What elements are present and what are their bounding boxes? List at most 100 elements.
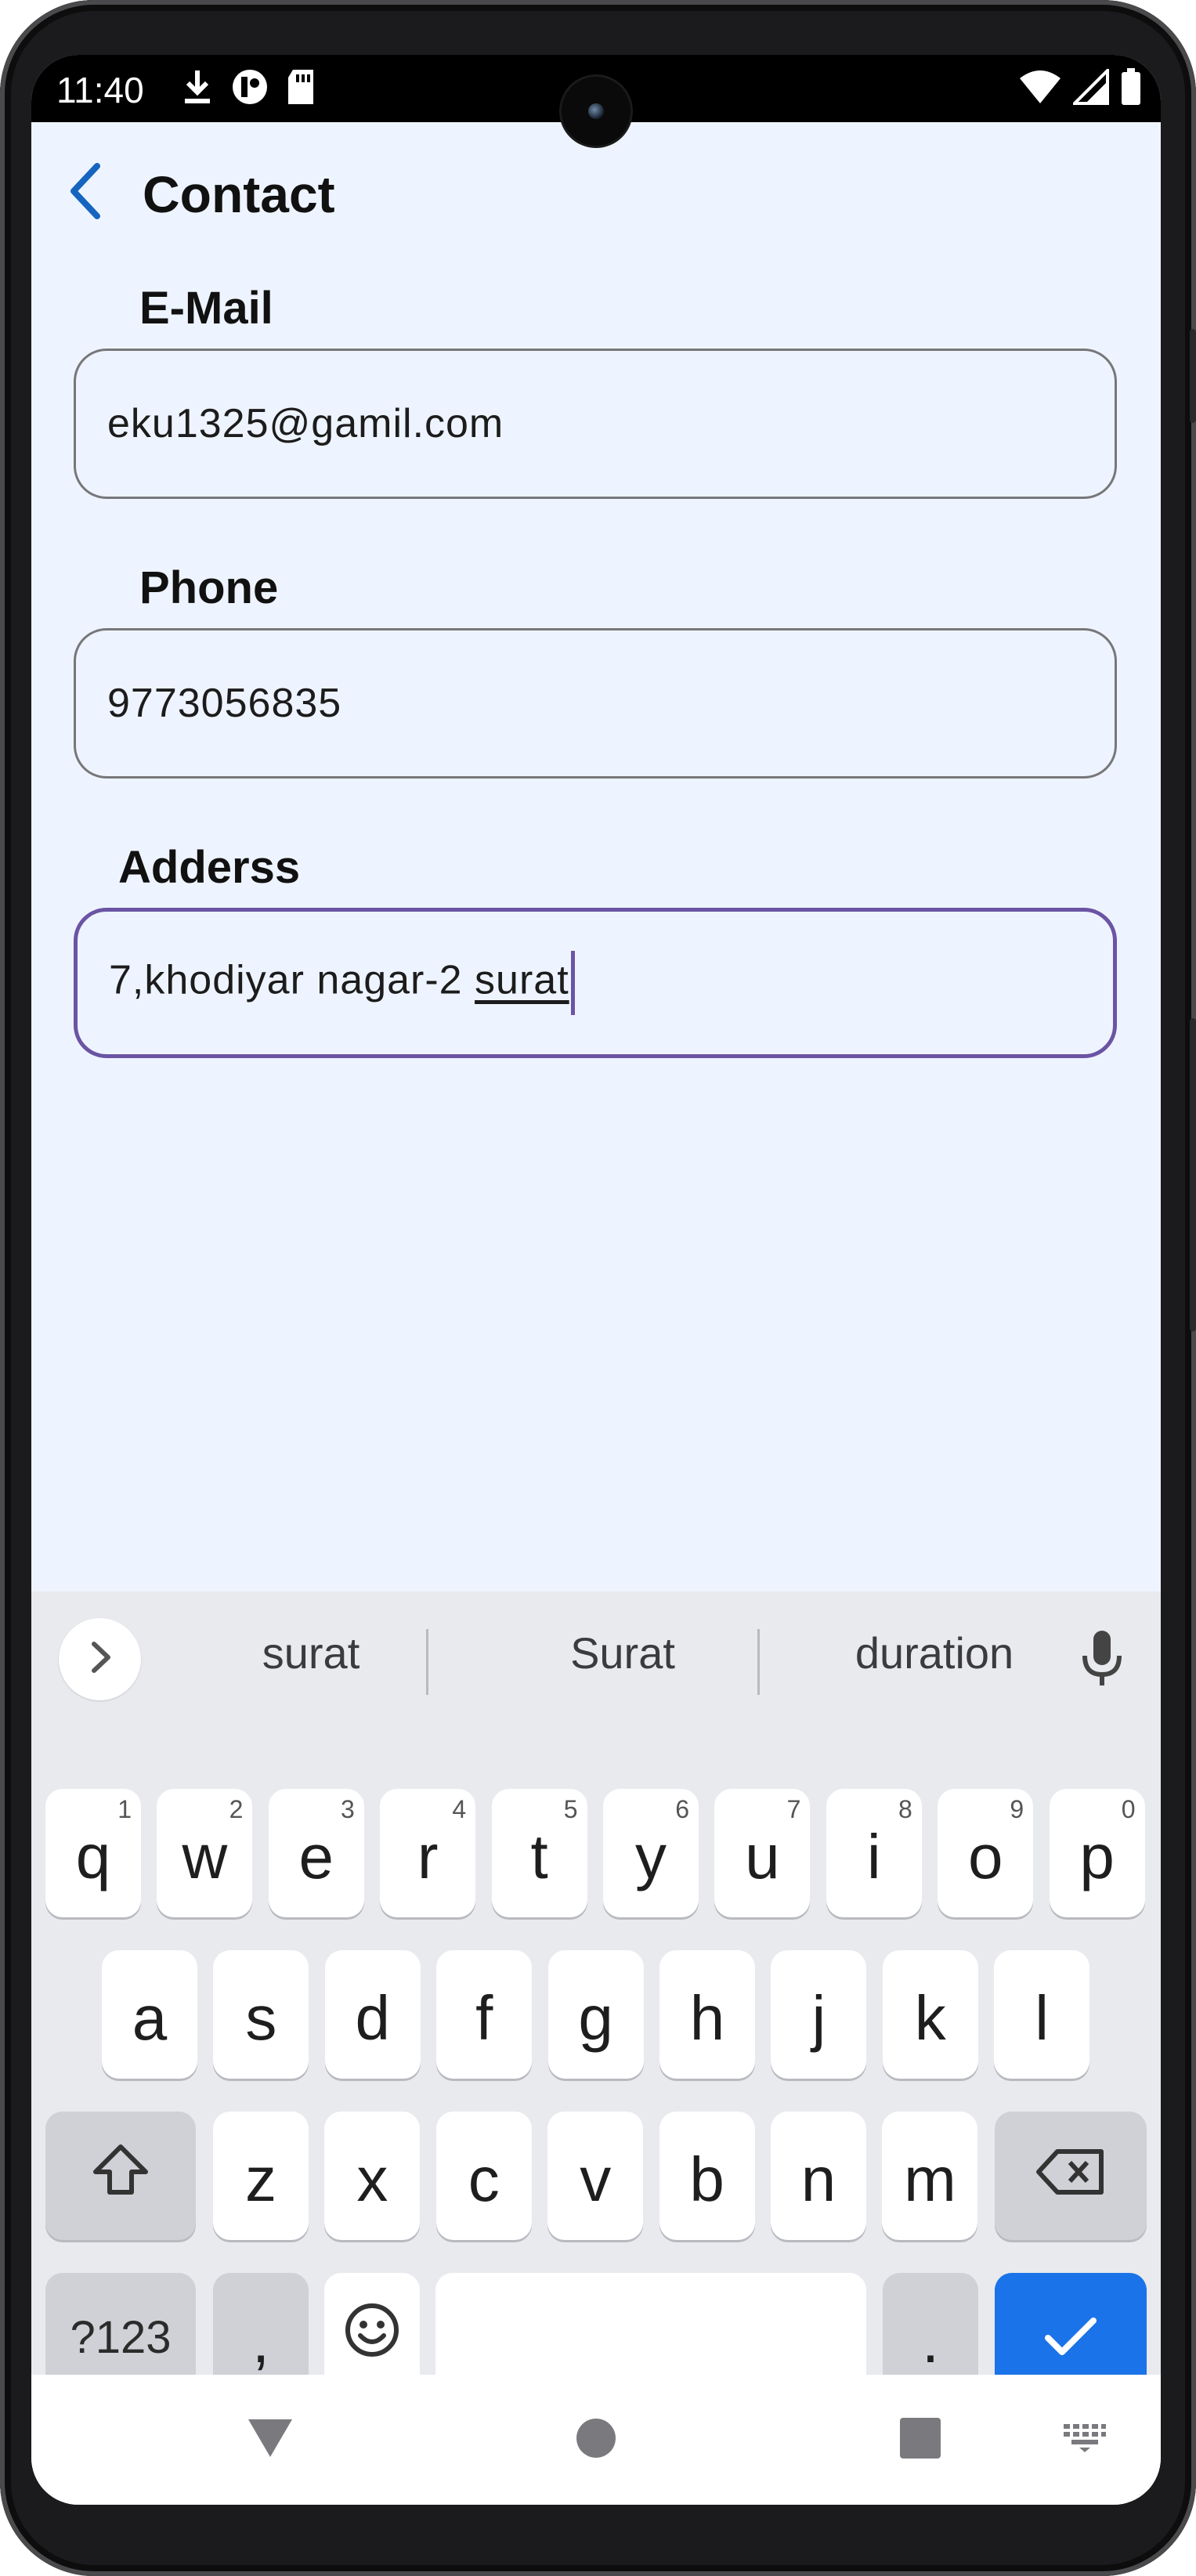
- key-label: e: [298, 1822, 334, 1891]
- key-label: t: [530, 1822, 548, 1891]
- back-triangle-icon: [247, 2418, 294, 2462]
- suggestion-3[interactable]: duration: [786, 1628, 1083, 1678]
- suggestion-2[interactable]: Surat: [474, 1628, 771, 1678]
- email-value: eku1325@gamil.com: [107, 401, 504, 446]
- shift-arrow-icon: [89, 2140, 152, 2212]
- key-label: f: [475, 1983, 493, 2053]
- key-number-hint: 7: [786, 1795, 801, 1823]
- key-z[interactable]: z: [213, 2112, 309, 2240]
- key-t[interactable]: t5: [491, 1789, 587, 1917]
- key-number-hint: 1: [117, 1795, 132, 1823]
- key-number-hint: 3: [341, 1795, 355, 1823]
- key-w[interactable]: w2: [157, 1789, 253, 1917]
- suggestion-divider: [757, 1629, 760, 1695]
- key-e[interactable]: e3: [268, 1789, 364, 1917]
- backspace-key[interactable]: [995, 2112, 1147, 2240]
- key-f[interactable]: f: [436, 1950, 533, 2079]
- key-c[interactable]: c: [435, 2112, 532, 2240]
- key-s[interactable]: s: [213, 1950, 309, 2079]
- navigation-bar: [31, 2375, 1161, 2505]
- sd-card-icon: [285, 68, 316, 110]
- key-label: l: [1035, 1983, 1050, 2053]
- key-r[interactable]: r4: [380, 1789, 476, 1917]
- key-label: h: [689, 1983, 725, 2053]
- key-label: r: [417, 1822, 439, 1891]
- nav-home-button[interactable]: [561, 2404, 631, 2475]
- key-label: o: [967, 1822, 1003, 1891]
- keyboard-switch-button[interactable]: [1050, 2404, 1120, 2475]
- key-number-hint: 8: [898, 1795, 912, 1823]
- phone-field[interactable]: 9773056835: [74, 628, 1117, 779]
- key-label: j: [811, 1983, 826, 2053]
- back-button[interactable]: [47, 154, 125, 232]
- key-label: y: [635, 1822, 667, 1891]
- key-number-hint: 6: [675, 1795, 689, 1823]
- key-p[interactable]: p0: [1049, 1789, 1145, 1917]
- battery-icon: [1120, 67, 1142, 110]
- email-field[interactable]: eku1325@gamil.com: [74, 349, 1117, 499]
- shift-key[interactable]: [45, 2112, 196, 2240]
- nav-back-button[interactable]: [235, 2404, 305, 2475]
- address-field[interactable]: 7,khodiyar nagar-2 surat: [74, 908, 1117, 1058]
- address-composing-text: surat: [475, 957, 569, 1003]
- suggestion-1[interactable]: surat: [162, 1628, 460, 1678]
- key-k[interactable]: k: [882, 1950, 978, 2079]
- key-n[interactable]: n: [771, 2112, 866, 2240]
- key-label: n: [800, 2144, 836, 2214]
- key-label: z: [245, 2144, 276, 2214]
- key-m[interactable]: m: [882, 2112, 978, 2240]
- recents-square-icon: [900, 2417, 941, 2462]
- key-l[interactable]: l: [994, 1950, 1090, 2079]
- key-number-hint: 5: [563, 1795, 578, 1823]
- key-d[interactable]: d: [324, 1950, 421, 2079]
- address-value: 7,khodiyar nagar-2 surat: [109, 951, 575, 1015]
- period-label: .: [921, 2306, 940, 2375]
- key-label: c: [468, 2144, 500, 2214]
- address-value-prefix: 7,khodiyar nagar-2: [109, 957, 475, 1003]
- key-o[interactable]: o9: [938, 1789, 1034, 1917]
- front-camera: [562, 77, 631, 146]
- voice-input-button[interactable]: [1067, 1621, 1137, 1700]
- nav-recents-button[interactable]: [885, 2404, 956, 2475]
- key-label: q: [75, 1822, 111, 1891]
- email-label: E-Mail: [139, 283, 273, 334]
- status-icons-right: [1018, 66, 1142, 110]
- key-y[interactable]: y6: [603, 1789, 699, 1917]
- screen: 11:40 Contact E-Mail eku1325@gamil.com P…: [31, 55, 1161, 2505]
- key-label: g: [578, 1983, 613, 2053]
- key-a[interactable]: a: [102, 1950, 197, 2079]
- key-number-hint: 9: [1010, 1795, 1024, 1823]
- volume-button: [1190, 329, 1196, 423]
- key-q[interactable]: q1: [45, 1789, 141, 1917]
- expand-toolbar-button[interactable]: [59, 1618, 141, 1700]
- soft-keyboard: surat Surat duration ?123 , . q 1 w 2 e …: [31, 1591, 1161, 2401]
- phone-frame: 11:40 Contact E-Mail eku1325@gamil.com P…: [0, 0, 1196, 2576]
- key-i[interactable]: i8: [826, 1789, 922, 1917]
- key-v[interactable]: v: [547, 2112, 644, 2240]
- key-label: b: [689, 2144, 724, 2214]
- key-label: i: [866, 1822, 881, 1891]
- key-label: a: [132, 1983, 168, 2053]
- page-title: Contact: [143, 165, 335, 223]
- phone-label: Phone: [139, 562, 279, 613]
- text-cursor: [570, 951, 575, 1015]
- keyboard-switch-icon: [1062, 2422, 1107, 2458]
- key-x[interactable]: x: [324, 2112, 421, 2240]
- chevron-left-icon: [63, 160, 110, 226]
- microphone-icon: [1079, 1628, 1126, 1694]
- key-label: p: [1079, 1822, 1115, 1891]
- key-label: v: [580, 2144, 612, 2214]
- address-label: Adderss: [118, 842, 301, 893]
- signal-icon: [1071, 66, 1109, 109]
- key-number-hint: 0: [1121, 1795, 1136, 1823]
- key-g[interactable]: g: [547, 1950, 644, 2079]
- key-u[interactable]: u7: [714, 1789, 811, 1917]
- home-circle-icon: [575, 2417, 617, 2463]
- comma-label: ,: [251, 2306, 270, 2375]
- key-number-hint: 4: [452, 1795, 467, 1823]
- key-label: w: [182, 1822, 228, 1891]
- key-b[interactable]: b: [659, 2112, 755, 2240]
- key-h[interactable]: h: [659, 1950, 755, 2079]
- key-label: s: [245, 1983, 277, 2053]
- key-j[interactable]: j: [771, 1950, 867, 2079]
